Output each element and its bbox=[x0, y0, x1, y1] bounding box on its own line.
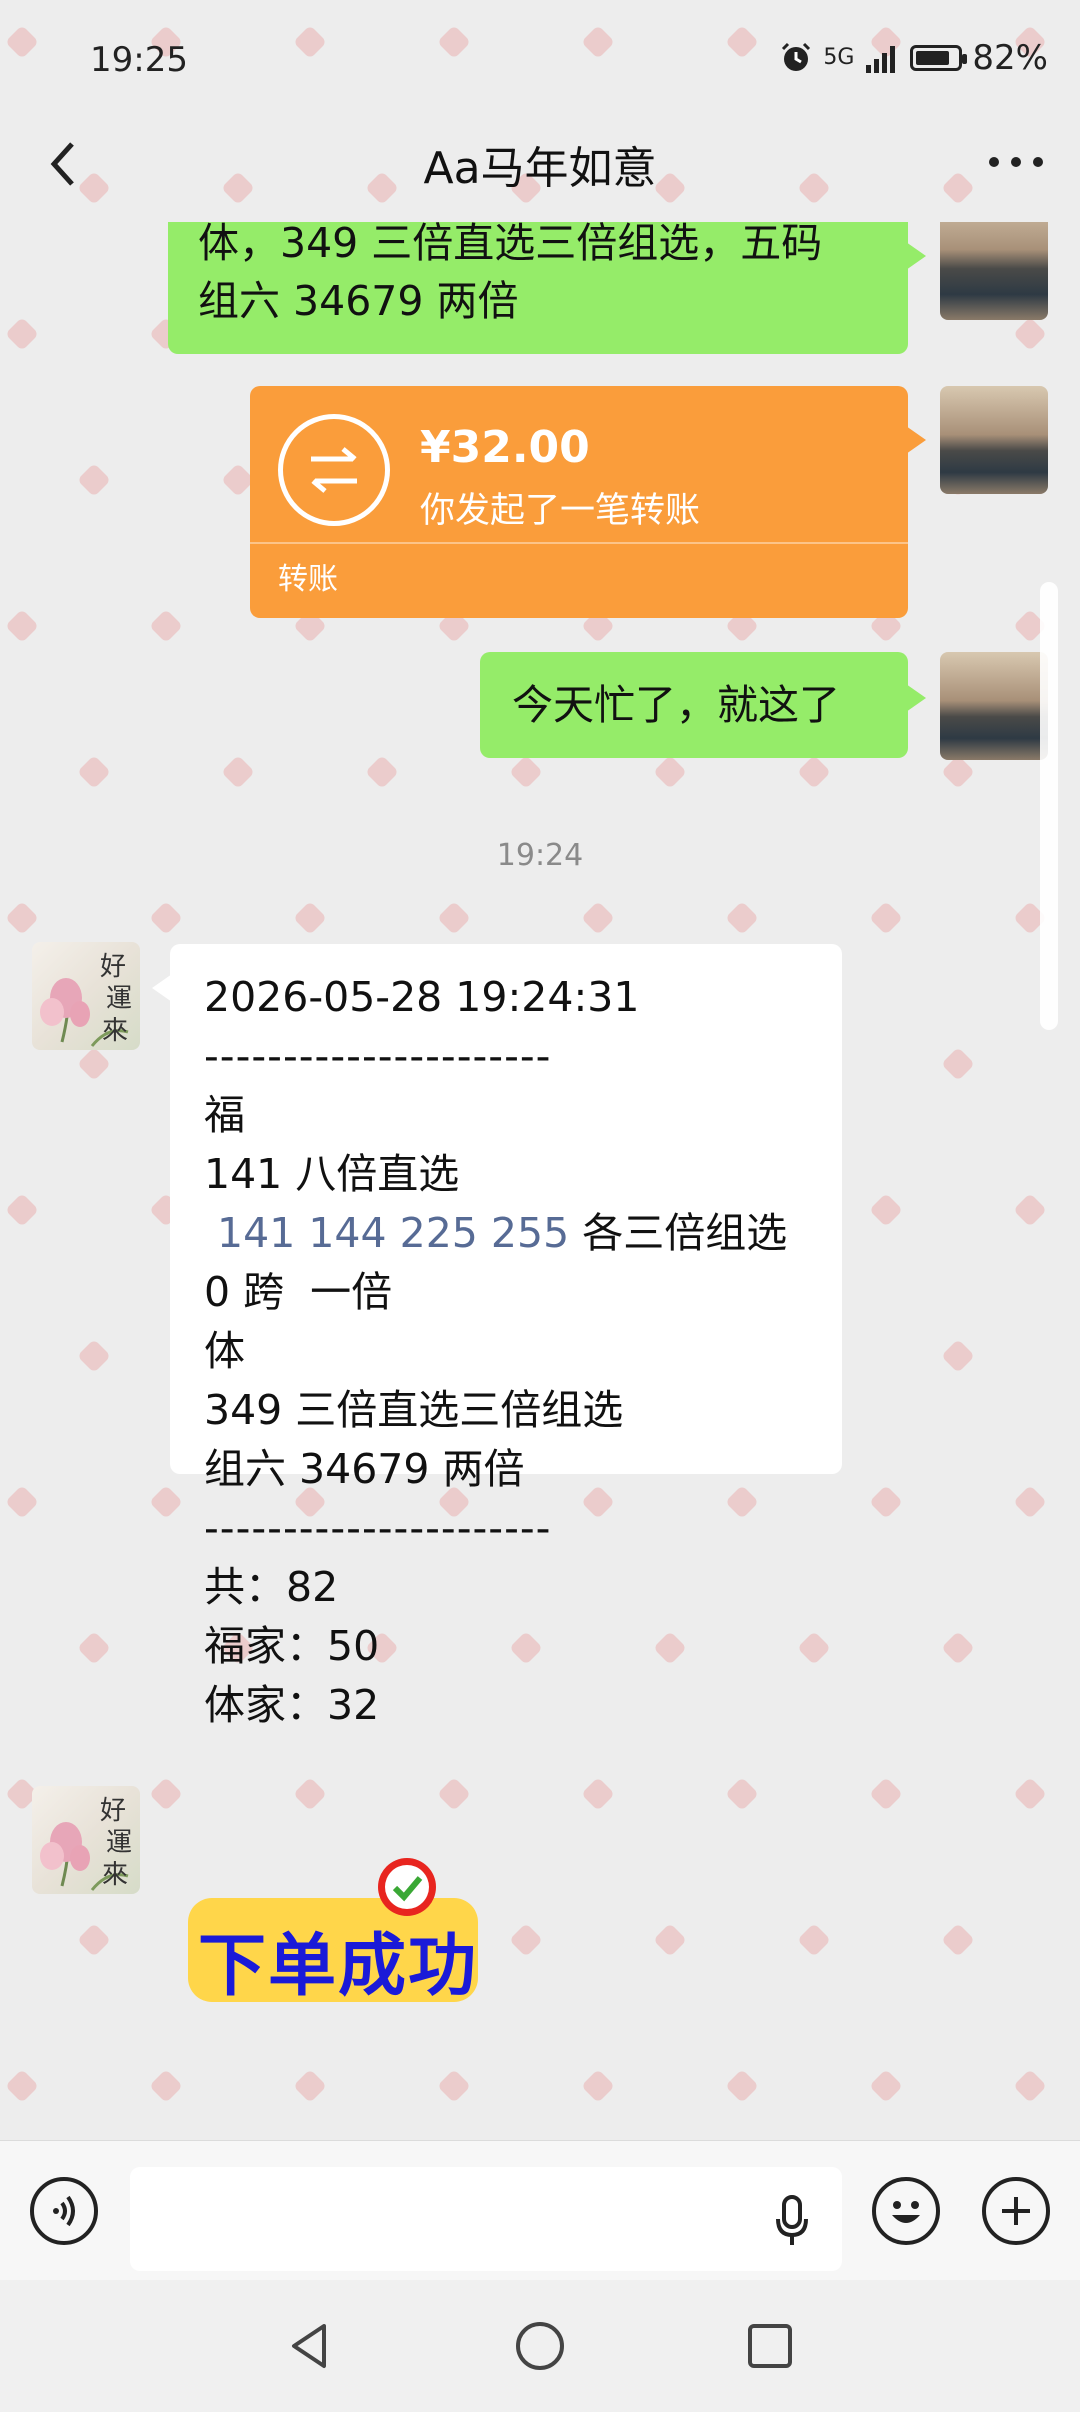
alarm-icon bbox=[782, 42, 811, 71]
watermark-mark bbox=[5, 25, 39, 59]
order-line: 福 bbox=[204, 1091, 245, 1139]
nav-home-icon[interactable] bbox=[512, 2318, 568, 2374]
more-dots-icon[interactable] bbox=[986, 122, 1046, 185]
status-time: 19:25 bbox=[90, 40, 188, 80]
transfer-bubble[interactable]: ¥32.00 你发起了一笔转账 转账 bbox=[250, 386, 926, 618]
my-avatar[interactable] bbox=[940, 222, 1048, 320]
avatar-calligraphy: 來 bbox=[102, 1860, 129, 1890]
microphone-icon[interactable] bbox=[772, 2193, 812, 2249]
order-divider: ---------------------- bbox=[204, 1032, 552, 1080]
message-input[interactable] bbox=[130, 2167, 842, 2271]
system-nav-bar bbox=[0, 2280, 1080, 2412]
sent-message-bubble[interactable]: 体，349 三倍直选三倍组选，五码 组六 34679 两倍 bbox=[168, 222, 926, 354]
message-line: 组六 34679 两倍 bbox=[198, 277, 519, 325]
message-timestamp: 19:24 bbox=[496, 838, 584, 873]
watermark-mark bbox=[725, 25, 759, 59]
order-ti-total: 体家：32 bbox=[204, 1681, 380, 1729]
my-avatar[interactable] bbox=[940, 386, 1048, 494]
watermark-mark bbox=[581, 25, 615, 59]
signal-icon bbox=[866, 46, 896, 73]
transfer-amount: ¥32.00 bbox=[420, 422, 590, 473]
order-line: 349 三倍直选三倍组选 bbox=[204, 1386, 624, 1434]
network-type: 5G bbox=[823, 45, 855, 70]
contact-avatar[interactable]: 好 運 來 bbox=[32, 1786, 140, 1894]
chat-scrollbar[interactable] bbox=[1040, 582, 1058, 1030]
chat-area[interactable]: 体，349 三倍直选三倍组选，五码 组六 34679 两倍 ¥32.00 你发起… bbox=[0, 222, 1080, 2140]
sent-message-bubble[interactable]: 今天忙了，就这了 bbox=[480, 652, 926, 758]
chat-title: Aa马年如意 bbox=[423, 143, 657, 194]
transfer-label: 转账 bbox=[278, 562, 338, 597]
battery-icon bbox=[910, 45, 968, 71]
nav-recents-icon[interactable] bbox=[742, 2318, 798, 2374]
status-icons: 5G 82% bbox=[779, 38, 1048, 78]
order-divider: ---------------------- bbox=[204, 1504, 552, 1552]
message-line: 体，349 三倍直选三倍组选，五码 bbox=[198, 222, 823, 267]
order-fu-total: 福家：50 bbox=[204, 1622, 380, 1670]
my-avatar[interactable] bbox=[940, 652, 1048, 760]
order-line-suffix: 各三倍组选 bbox=[569, 1209, 788, 1257]
checkmark-icon bbox=[378, 1858, 436, 1916]
phone-number-link[interactable]: 141 144 225 255 bbox=[204, 1209, 569, 1257]
emoji-icon[interactable] bbox=[872, 2177, 940, 2245]
order-success-sticker[interactable]: 下单成功 bbox=[188, 1858, 478, 2006]
order-line: 141 八倍直选 bbox=[204, 1150, 460, 1198]
battery-percent: 82% bbox=[972, 38, 1048, 78]
order-line-combo: 141 144 225 255 各三倍组选 bbox=[204, 1204, 808, 1263]
contact-avatar[interactable]: 好 運 來 bbox=[32, 942, 140, 1050]
order-datetime: 2026-05-28 19:24:31 bbox=[204, 973, 640, 1021]
order-line: 体 bbox=[204, 1327, 245, 1375]
received-order-bubble[interactable]: 2026-05-28 19:24:31 --------------------… bbox=[152, 944, 842, 1729]
order-line: 组六 34679 两倍 bbox=[204, 1445, 525, 1493]
order-line: 0 跨 一倍 bbox=[204, 1268, 393, 1316]
watermark-mark bbox=[437, 25, 471, 59]
transfer-divider bbox=[250, 542, 908, 544]
plus-icon[interactable] bbox=[982, 2177, 1050, 2245]
order-total: 共：82 bbox=[204, 1563, 339, 1611]
message-text: 今天忙了，就这了 bbox=[512, 681, 840, 729]
avatar-calligraphy: 來 bbox=[102, 1016, 129, 1046]
sticker-text: 下单成功 bbox=[198, 1927, 479, 2006]
transfer-description: 你发起了一笔转账 bbox=[420, 491, 701, 531]
watermark-mark bbox=[293, 25, 327, 59]
input-bar bbox=[0, 2140, 1080, 2281]
transfer-arrows-icon bbox=[278, 414, 390, 526]
nav-back-icon[interactable] bbox=[282, 2318, 338, 2374]
voice-toggle-icon[interactable] bbox=[30, 2177, 98, 2245]
